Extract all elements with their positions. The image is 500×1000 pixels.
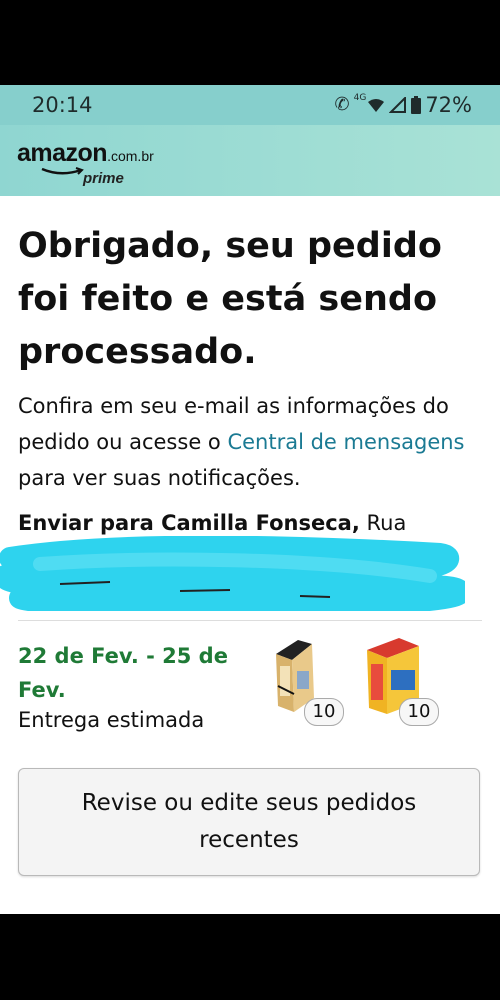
- order-confirmation-panel: Obrigado, seu pedido foi feito e está se…: [0, 196, 500, 914]
- confirmation-headline: Obrigado, seu pedido foi feito e está se…: [18, 226, 442, 372]
- status-bar: 20:14 ✆ 4G 72%: [0, 85, 500, 125]
- review-orders-button[interactable]: Revise ou edite seus pedidos recentes: [18, 768, 480, 876]
- message-center-link[interactable]: Central de mensagens: [227, 430, 464, 454]
- confirmation-info: Confira em seu e-mail as informações do …: [18, 388, 488, 496]
- battery-percent: 72%: [425, 93, 472, 117]
- delivery-estimate-label: Entrega estimada: [18, 708, 205, 732]
- app-header: amazon.com.br prime: [0, 125, 500, 196]
- info-text-end: para ver suas notificações.: [18, 466, 301, 490]
- smile-arrow-icon: [41, 167, 84, 175]
- phone-icon: ✆: [334, 94, 350, 115]
- ship-address-start: Rua: [359, 511, 407, 535]
- shipping-address: Enviar para Camilla Fonseca, Rua: [18, 508, 488, 538]
- divider: [18, 620, 482, 621]
- product-pen-box-2[interactable]: 10: [365, 636, 440, 726]
- quantity-badge: 10: [399, 698, 439, 726]
- status-icons: ✆ 4G 72%: [335, 93, 472, 117]
- bottom-black-bar: [0, 914, 500, 1000]
- amazon-prime-logo[interactable]: amazon.com.br prime: [17, 139, 154, 187]
- signal-icon: [389, 97, 407, 113]
- logo-prime: prime: [83, 170, 124, 187]
- top-black-bar: [0, 0, 500, 85]
- network-type: 4G: [353, 93, 367, 103]
- delivery-date-range: 22 de Fev. - 25 de Fev.: [18, 644, 228, 702]
- status-time: 20:14: [32, 93, 93, 117]
- product-pen-box-1[interactable]: 10: [272, 636, 347, 726]
- logo-tld: .com.br: [107, 148, 154, 164]
- address-redaction-scribble: [0, 536, 465, 611]
- quantity-badge: 10: [304, 698, 344, 726]
- ship-to-label: Enviar para Camilla Fonseca,: [18, 511, 360, 535]
- logo-word: amazon: [17, 139, 108, 167]
- wifi-icon: [368, 99, 385, 112]
- battery-icon: [411, 96, 422, 114]
